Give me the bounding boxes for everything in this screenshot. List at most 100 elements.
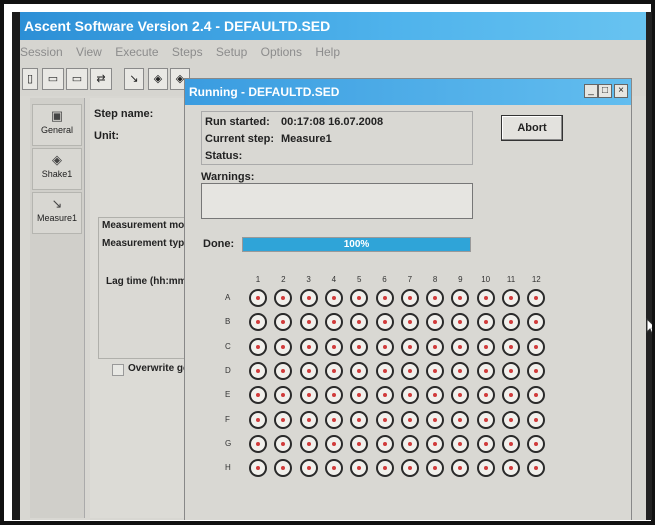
- plate-well[interactable]: [426, 313, 445, 332]
- plate-well[interactable]: [400, 361, 419, 380]
- plate-well[interactable]: [350, 410, 369, 429]
- plate-well[interactable]: [451, 313, 470, 332]
- overwrite-checkbox[interactable]: [112, 364, 124, 376]
- plate-well[interactable]: [375, 289, 394, 307]
- toolbar-button-5[interactable]: ↘: [124, 68, 144, 90]
- plate-well[interactable]: [375, 337, 394, 356]
- plate-well[interactable]: [375, 459, 394, 478]
- plate-well[interactable]: [476, 337, 495, 356]
- toolbar-button-3[interactable]: ▭: [66, 68, 88, 90]
- plate-well[interactable]: [350, 313, 369, 332]
- plate-well[interactable]: [249, 434, 267, 453]
- plate-well[interactable]: [451, 289, 470, 307]
- plate-well[interactable]: [274, 434, 293, 453]
- plate-well[interactable]: [249, 361, 267, 380]
- plate-well[interactable]: [426, 361, 445, 380]
- plate-well[interactable]: [299, 313, 318, 332]
- plate-well[interactable]: [502, 313, 520, 332]
- plate-well[interactable]: [426, 386, 445, 405]
- plate-well[interactable]: [426, 410, 445, 429]
- sidebar-item-general[interactable]: ▣ General: [32, 104, 82, 146]
- plate-well[interactable]: [249, 410, 267, 429]
- plate-well[interactable]: [400, 434, 419, 453]
- plate-well[interactable]: [274, 459, 293, 478]
- plate-well[interactable]: [375, 361, 394, 380]
- plate-well[interactable]: [400, 410, 419, 429]
- plate-well[interactable]: [299, 434, 318, 453]
- abort-button[interactable]: Abort: [501, 115, 563, 141]
- plate-well[interactable]: [375, 313, 394, 332]
- plate-well[interactable]: [324, 386, 343, 405]
- menu-view[interactable]: View: [76, 45, 102, 59]
- plate-well[interactable]: [426, 337, 445, 356]
- plate-well[interactable]: [274, 289, 293, 307]
- plate-well[interactable]: [274, 361, 293, 380]
- plate-well[interactable]: [476, 434, 495, 453]
- plate-well[interactable]: [527, 361, 546, 380]
- plate-well[interactable]: [400, 313, 419, 332]
- plate-well[interactable]: [451, 459, 470, 478]
- plate-well[interactable]: [375, 386, 394, 405]
- plate-well[interactable]: [350, 337, 369, 356]
- sidebar-item-shake1[interactable]: ◈ Shake1: [32, 148, 82, 190]
- plate-well[interactable]: [426, 459, 445, 478]
- plate-well[interactable]: [476, 313, 495, 332]
- plate-well[interactable]: [502, 361, 520, 380]
- plate-well[interactable]: [400, 289, 419, 307]
- plate-well[interactable]: [476, 361, 495, 380]
- plate-well[interactable]: [451, 337, 470, 356]
- plate-well[interactable]: [350, 289, 369, 307]
- plate-well[interactable]: [527, 386, 546, 405]
- plate-well[interactable]: [502, 410, 520, 429]
- plate-well[interactable]: [527, 459, 546, 478]
- plate-well[interactable]: [299, 410, 318, 429]
- toolbar-button-1[interactable]: ▯: [22, 68, 38, 90]
- plate-well[interactable]: [299, 459, 318, 478]
- menu-execute[interactable]: Execute: [115, 45, 158, 59]
- plate-well[interactable]: [502, 386, 520, 405]
- plate-well[interactable]: [426, 434, 445, 453]
- plate-well[interactable]: [324, 434, 343, 453]
- plate-well[interactable]: [350, 434, 369, 453]
- plate-well[interactable]: [502, 337, 520, 356]
- plate-well[interactable]: [299, 386, 318, 405]
- plate-well[interactable]: [274, 410, 293, 429]
- plate-well[interactable]: [476, 410, 495, 429]
- plate-well[interactable]: [527, 410, 546, 429]
- plate-well[interactable]: [299, 361, 318, 380]
- plate-well[interactable]: [324, 410, 343, 429]
- plate-well[interactable]: [400, 386, 419, 405]
- plate-well[interactable]: [502, 289, 520, 307]
- toolbar-button-4[interactable]: ⇄: [90, 68, 112, 90]
- plate-well[interactable]: [375, 434, 394, 453]
- plate-well[interactable]: [274, 337, 293, 356]
- plate-well[interactable]: [324, 459, 343, 478]
- plate-well[interactable]: [324, 289, 343, 307]
- plate-well[interactable]: [400, 337, 419, 356]
- plate-well[interactable]: [527, 289, 546, 307]
- plate-well[interactable]: [324, 313, 343, 332]
- menu-options[interactable]: Options: [261, 45, 302, 59]
- plate-well[interactable]: [350, 459, 369, 478]
- plate-well[interactable]: [451, 434, 470, 453]
- plate-well[interactable]: [274, 313, 293, 332]
- plate-well[interactable]: [274, 386, 293, 405]
- plate-well[interactable]: [451, 386, 470, 405]
- plate-well[interactable]: [249, 386, 267, 405]
- plate-well[interactable]: [249, 459, 267, 478]
- plate-well[interactable]: [400, 459, 419, 478]
- plate-well[interactable]: [451, 361, 470, 380]
- minimize-button[interactable]: _: [584, 84, 598, 98]
- toolbar-button-6[interactable]: ◈: [148, 68, 168, 90]
- menu-steps[interactable]: Steps: [172, 45, 203, 59]
- sidebar-item-measure1[interactable]: ↘ Measure1: [32, 192, 82, 234]
- maximize-button[interactable]: □: [598, 84, 612, 98]
- plate-well[interactable]: [502, 434, 520, 453]
- plate-well[interactable]: [527, 434, 546, 453]
- plate-well[interactable]: [350, 386, 369, 405]
- close-button[interactable]: ×: [614, 84, 628, 98]
- plate-well[interactable]: [527, 313, 546, 332]
- plate-well[interactable]: [476, 459, 495, 478]
- plate-well[interactable]: [249, 337, 267, 356]
- toolbar-button-2[interactable]: ▭: [42, 68, 64, 90]
